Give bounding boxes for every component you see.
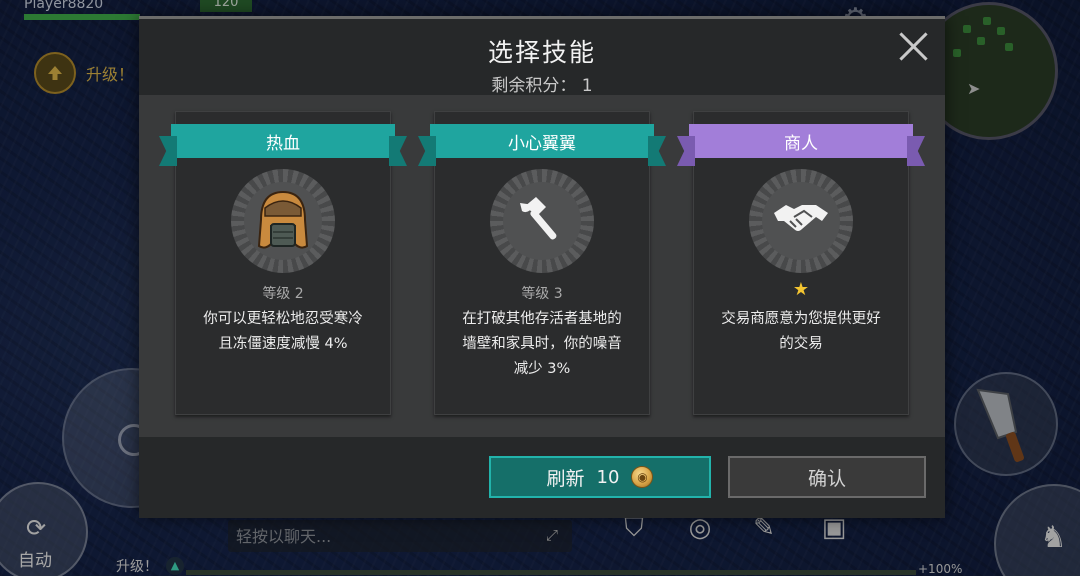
star-icon: ★ xyxy=(792,279,810,300)
remaining-points-value: 1 xyxy=(581,76,593,96)
skill-select-dialog: 选择技能 剩余积分： 1 热血 等级 2 你可以更轻松地忍受寒冷 且冻僵速度减慢… xyxy=(139,16,945,518)
remaining-points: 剩余积分： 1 xyxy=(139,71,945,96)
remaining-points-label: 剩余积分： xyxy=(491,76,577,96)
skill-description: 你可以更轻松地忍受寒冷 且冻僵速度减慢 4% xyxy=(203,311,363,352)
coin-icon: ◉ xyxy=(631,466,654,488)
skill-description: 在打破其他存活者基地的 墙壁和家具时，你的噪音 减少 3% xyxy=(462,311,622,377)
skill-name-ribbon: 热血 xyxy=(171,124,395,158)
skill-level: 等级 2 xyxy=(262,286,304,302)
dialog-title: 选择技能 xyxy=(487,38,596,67)
refresh-button[interactable]: 刷新 10 ◉ xyxy=(489,456,711,498)
axe-icon xyxy=(520,197,557,240)
confirm-button[interactable]: 确认 xyxy=(728,456,926,498)
skill-card-careful[interactable]: 小心翼翼 等级 3 在打破其他存活者基地的 墙壁和家具时，你的噪音 减少 3% xyxy=(430,111,654,415)
close-button[interactable] xyxy=(897,29,931,63)
skill-badge xyxy=(749,169,853,273)
skill-cards: 热血 等级 2 你可以更轻松地忍受寒冷 且冻僵速度减慢 4% 小心翼翼 等级 3… xyxy=(139,95,945,437)
refresh-label: 刷新 xyxy=(546,467,585,490)
skill-card-merchant[interactable]: 商人 ★ 交易商愿意为您提供更好 的交易 xyxy=(689,111,913,415)
skill-level: 等级 3 xyxy=(521,286,563,302)
skill-badge xyxy=(490,169,594,273)
skill-description: 交易商愿意为您提供更好 的交易 xyxy=(721,311,881,352)
skill-name-ribbon: 小心翼翼 xyxy=(430,124,654,158)
skill-badge xyxy=(231,169,335,273)
skill-name-ribbon: 商人 xyxy=(689,124,913,158)
refresh-cost: 10 xyxy=(596,466,620,488)
confirm-label: 确认 xyxy=(807,467,846,490)
dialog-footer: 刷新 10 ◉ 确认 xyxy=(139,437,945,521)
fur-hat-icon xyxy=(257,190,309,249)
handshake-icon xyxy=(774,205,828,231)
skill-card-hot-blooded[interactable]: 热血 等级 2 你可以更轻松地忍受寒冷 且冻僵速度减慢 4% xyxy=(171,111,395,415)
dialog-header: 选择技能 剩余积分： 1 xyxy=(139,19,945,96)
